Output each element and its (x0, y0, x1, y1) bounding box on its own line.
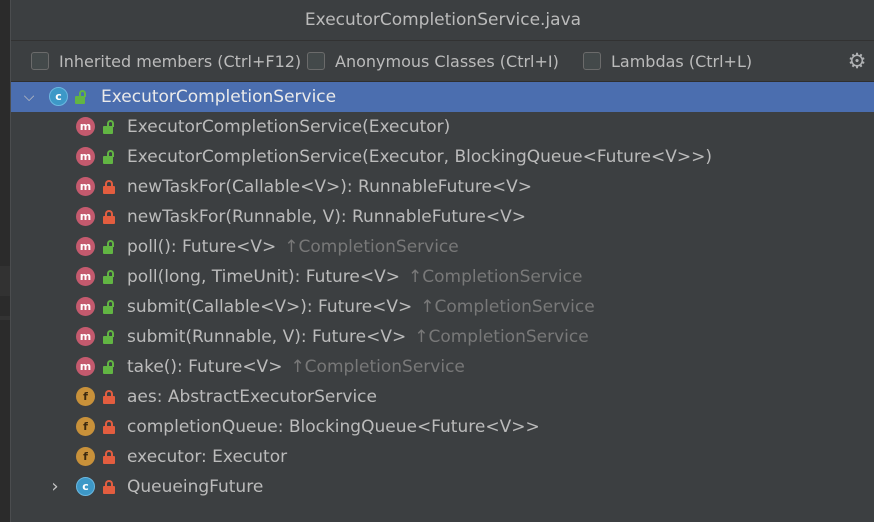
tree-row-method[interactable]: m ExecutorCompletionService(Executor, Blo… (11, 142, 874, 172)
method-icon: m (76, 327, 95, 346)
private-visibility-icon (103, 180, 115, 194)
member-signature: ExecutorCompletionService(Executor) (127, 117, 451, 137)
file-structure-popup: ExecutorCompletionService.java Inherited… (10, 0, 874, 522)
method-icon: m (76, 117, 95, 136)
filter-lambdas[interactable]: Lambdas (Ctrl+L) (583, 48, 752, 74)
member-signature: submit(Runnable, V): Future<V> (127, 327, 407, 347)
tree-row-label: completionQueue: BlockingQueue<Future<V>… (127, 412, 540, 442)
tree-row-method[interactable]: m take(): Future<V> ↑CompletionService (11, 352, 874, 382)
private-visibility-icon (103, 390, 115, 404)
lambdas-checkbox[interactable] (583, 52, 601, 70)
public-visibility-icon (103, 360, 115, 374)
tree-row-method[interactable]: m submit(Callable<V>): Future<V> ↑Completi… (11, 292, 874, 322)
method-icon: m (76, 177, 95, 196)
filter-label: Anonymous Classes (Ctrl+I) (335, 51, 559, 71)
tree-row-label: submit(Callable<V>): Future<V> ↑Completio… (127, 292, 595, 322)
class-icon: c (76, 477, 95, 496)
public-visibility-icon (103, 240, 115, 254)
field-icon: f (76, 387, 95, 406)
gear-icon[interactable]: ⚙ (845, 49, 869, 73)
inherited-from-label: ↑CompletionService (284, 237, 459, 257)
tree-row-field[interactable]: f executor: Executor (11, 442, 874, 472)
filter-label: Lambdas (Ctrl+L) (611, 51, 753, 71)
chevron-down-icon[interactable]: ⌵ (21, 82, 37, 112)
tree-row-label: QueueingFuture (127, 472, 263, 502)
member-signature: poll(): Future<V> (127, 237, 277, 257)
chevron-right-icon[interactable]: › (47, 472, 63, 502)
member-signature: aes: AbstractExecutorService (127, 387, 377, 407)
class-icon: c (49, 87, 68, 106)
tree-row-label: ExecutorCompletionService(Executor, Bloc… (127, 142, 712, 172)
member-signature: executor: Executor (127, 447, 288, 467)
tree-row-field[interactable]: f aes: AbstractExecutorService (11, 382, 874, 412)
member-signature: poll(long, TimeUnit): Future<V> (127, 267, 400, 287)
method-icon: m (76, 297, 95, 316)
field-icon: f (76, 447, 95, 466)
tree-row-label: submit(Runnable, V): Future<V> ↑Completio… (127, 322, 589, 352)
public-visibility-icon (103, 330, 115, 344)
tree-row-label: take(): Future<V> ↑CompletionService (127, 352, 465, 382)
tree-row-method[interactable]: m poll(): Future<V> ↑CompletionService (11, 232, 874, 262)
filter-label: Inherited members (Ctrl+F12) (59, 51, 302, 71)
private-visibility-icon (103, 450, 115, 464)
tree-row-method[interactable]: m ExecutorCompletionService(Executor) (11, 112, 874, 142)
member-signature: completionQueue: BlockingQueue<Future<V>… (127, 417, 540, 437)
anonymous-classes-checkbox[interactable] (307, 52, 325, 70)
member-signature: QueueingFuture (127, 477, 264, 497)
private-visibility-icon (103, 480, 115, 494)
public-visibility-icon (103, 120, 115, 134)
tree-row-label: newTaskFor(Runnable, V): RunnableFuture<… (127, 202, 526, 232)
inherited-from-label: ↑CompletionService (290, 357, 465, 377)
tree-row-method[interactable]: m poll(long, TimeUnit): Future<V> ↑Complet… (11, 262, 874, 292)
tree-row-nested-class[interactable]: › c QueueingFuture (11, 472, 874, 502)
inherited-from-label: ↑CompletionService (408, 267, 583, 287)
tree-row-root-class[interactable]: ⌵ c ExecutorCompletionService (11, 82, 874, 112)
method-icon: m (76, 237, 95, 256)
method-icon: m (76, 207, 95, 226)
filter-inherited-members[interactable]: Inherited members (Ctrl+F12) (31, 48, 301, 74)
method-icon: m (76, 267, 95, 286)
member-signature: take(): Future<V> (127, 357, 283, 377)
field-icon: f (76, 417, 95, 436)
inherited-from-label: ↑CompletionService (414, 327, 589, 347)
tree-row-field[interactable]: f completionQueue: BlockingQueue<Future<V… (11, 412, 874, 442)
public-visibility-icon (103, 300, 115, 314)
tree-row-method[interactable]: m newTaskFor(Runnable, V): RunnableFuture… (11, 202, 874, 232)
method-icon: m (76, 357, 95, 376)
tree-row-label: newTaskFor(Callable<V>): RunnableFuture<… (127, 172, 532, 202)
structure-tree: ⌵ c ExecutorCompletionService m ExecutorC… (11, 82, 874, 502)
public-visibility-icon (103, 150, 115, 164)
popup-title: ExecutorCompletionService.java (304, 10, 582, 30)
tree-row-label: aes: AbstractExecutorService (127, 382, 377, 412)
tree-row-label: ExecutorCompletionService(Executor) (127, 112, 450, 142)
member-signature: newTaskFor(Runnable, V): RunnableFuture<… (127, 207, 527, 227)
filter-bar: Inherited members (Ctrl+F12) Anonymous C… (11, 40, 874, 82)
tree-row-label: poll(): Future<V> ↑CompletionService (127, 232, 459, 262)
public-visibility-icon (103, 270, 115, 284)
public-visibility-icon (75, 90, 87, 104)
filter-anonymous-classes[interactable]: Anonymous Classes (Ctrl+I) (307, 48, 559, 74)
private-visibility-icon (103, 210, 115, 224)
inherited-members-checkbox[interactable] (31, 52, 49, 70)
private-visibility-icon (103, 420, 115, 434)
tree-row-label: poll(long, TimeUnit): Future<V> ↑Completi… (127, 262, 582, 292)
member-signature: submit(Callable<V>): Future<V> (127, 297, 413, 317)
tree-row-method[interactable]: m submit(Runnable, V): Future<V> ↑Completi… (11, 322, 874, 352)
inherited-from-label: ↑CompletionService (420, 297, 595, 317)
member-signature: newTaskFor(Callable<V>): RunnableFuture<… (127, 177, 533, 197)
method-icon: m (76, 147, 95, 166)
tree-row-label: executor: Executor (127, 442, 287, 472)
tree-row-label: ExecutorCompletionService (101, 87, 337, 107)
tree-row-method[interactable]: m newTaskFor(Callable<V>): RunnableFuture… (11, 172, 874, 202)
popup-title-bar: ExecutorCompletionService.java (11, 0, 874, 40)
member-signature: ExecutorCompletionService(Executor, Bloc… (127, 147, 712, 167)
